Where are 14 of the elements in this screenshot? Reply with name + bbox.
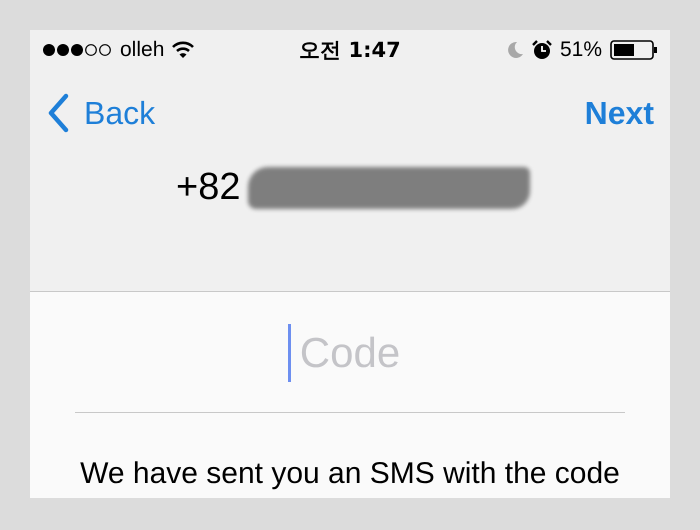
clock-time: 오전 1:47 [299,37,401,64]
wifi-icon [172,41,194,59]
battery-percent: 51% [560,38,602,62]
battery-icon [610,40,658,60]
carrier-name: olleh [120,38,164,62]
sms-message: We have sent you an SMS with the code [80,457,620,491]
text-cursor [288,324,291,382]
chevron-left-icon [46,93,70,133]
country-code: +82 [176,166,240,209]
moon-icon [506,41,524,59]
signal-icon [42,43,112,57]
next-button[interactable]: Next [584,94,654,132]
back-button[interactable]: Back [46,93,156,133]
alarm-clock-icon [532,40,552,60]
